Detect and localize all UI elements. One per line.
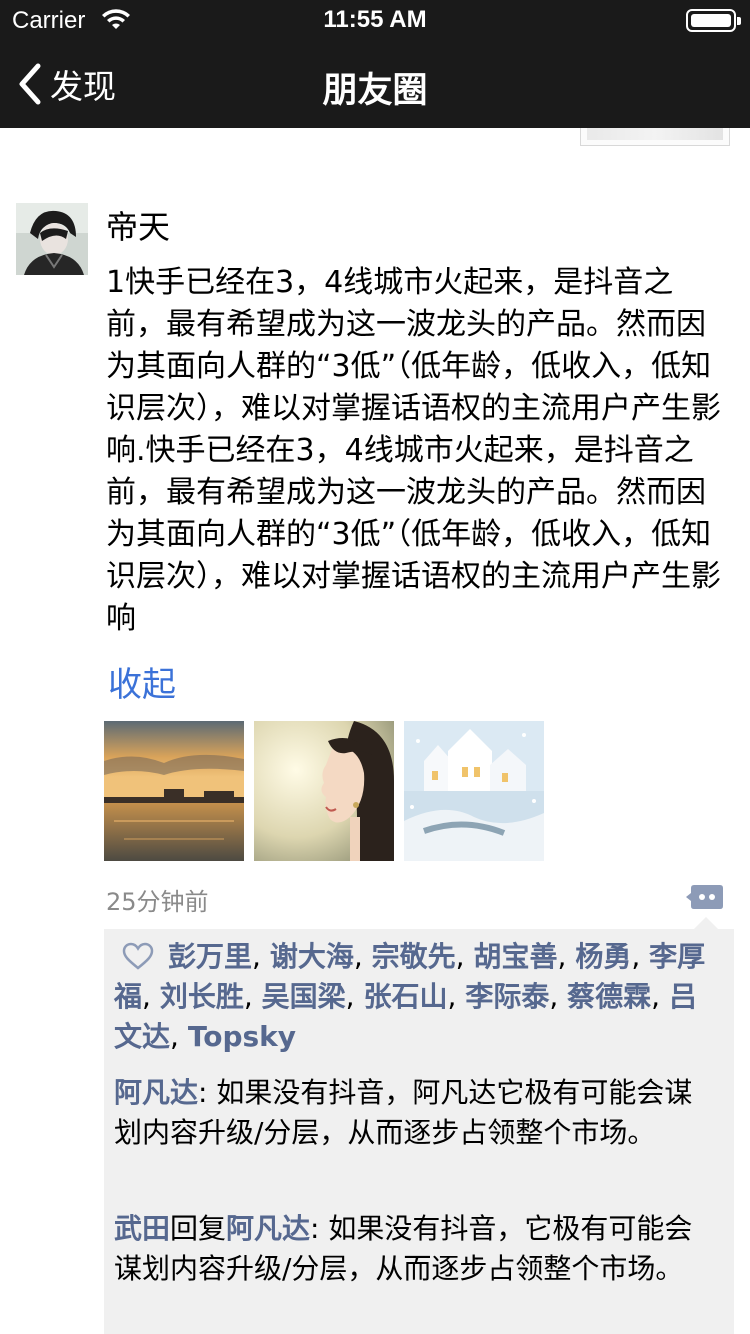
- clock: 11:55 AM: [323, 6, 427, 33]
- likes-list: 彭万里, 谢大海, 宗敬先, 胡宝善, 杨勇, 李厚福, 刘长胜, 吴国梁, 张…: [114, 937, 714, 1057]
- like-user-name[interactable]: 谢大海: [270, 940, 354, 973]
- like-separator: ,: [170, 1020, 188, 1053]
- like-user-name[interactable]: 彭万里: [168, 940, 252, 973]
- comment-colon: :: [198, 1076, 217, 1109]
- like-user-name[interactable]: 刘长胜: [160, 980, 244, 1013]
- comment-item[interactable]: 阿凡达: 如果没有抖音，阿凡达它极有可能会谋划内容升级/分层，从而逐步占领整个市…: [114, 1073, 714, 1153]
- like-separator: ,: [631, 940, 650, 973]
- comment-author[interactable]: 阿凡达: [114, 1076, 198, 1109]
- like-user-name[interactable]: 杨勇: [575, 940, 631, 973]
- like-separator: ,: [651, 980, 669, 1013]
- navigation-bar: 发现 朋友圈: [0, 40, 750, 128]
- comment-item[interactable]: 武田回复阿凡达: 如果没有抖音，它极有可能会谋划内容升级/分层，从而逐步占领整个…: [114, 1209, 714, 1289]
- post-photo-snow-castle[interactable]: [404, 721, 544, 861]
- heart-icon: [122, 942, 154, 970]
- collapse-link[interactable]: 收起: [108, 657, 176, 706]
- post-photo-portrait[interactable]: [254, 721, 394, 861]
- like-separator: ,: [447, 980, 466, 1013]
- like-separator: ,: [557, 940, 576, 973]
- avatar[interactable]: [16, 203, 88, 275]
- reply-to-user[interactable]: 阿凡达: [226, 1212, 310, 1245]
- like-user-name[interactable]: 李际泰: [465, 980, 549, 1013]
- like-user-name[interactable]: 宗敬先: [372, 940, 456, 973]
- status-bar: Carrier 11:55 AM: [0, 0, 750, 40]
- like-separator: ,: [252, 940, 270, 973]
- like-user-name[interactable]: Topsky: [188, 1020, 296, 1053]
- comment-author[interactable]: 武田: [114, 1212, 170, 1245]
- post-timestamp: 25分钟前: [106, 888, 209, 916]
- like-user-name[interactable]: 蔡德霖: [567, 980, 651, 1013]
- comment-colon: :: [310, 1212, 329, 1245]
- previous-post-image[interactable]: [580, 128, 730, 146]
- page-title: 朋友圈: [322, 71, 428, 111]
- post-username[interactable]: 帝天: [106, 202, 170, 248]
- like-separator: ,: [549, 980, 568, 1013]
- post-content: 1快手已经在3，4线城市火起来，是抖音之前，最有希望成为这一波龙头的产品。然而因…: [106, 265, 721, 636]
- like-user-name[interactable]: 张石山: [363, 980, 447, 1013]
- like-separator: ,: [142, 980, 160, 1013]
- battery-icon: [686, 9, 741, 32]
- reply-word: 回复: [170, 1212, 227, 1245]
- like-separator: ,: [353, 940, 372, 973]
- post-photo-sunset-lake[interactable]: [104, 721, 244, 861]
- like-separator: ,: [345, 980, 364, 1013]
- like-user-name[interactable]: 吴国梁: [262, 980, 346, 1013]
- like-separator: ,: [243, 980, 262, 1013]
- like-separator: ,: [455, 940, 474, 973]
- comment-more-icon[interactable]: [686, 882, 724, 912]
- like-user-name[interactable]: 胡宝善: [473, 940, 557, 973]
